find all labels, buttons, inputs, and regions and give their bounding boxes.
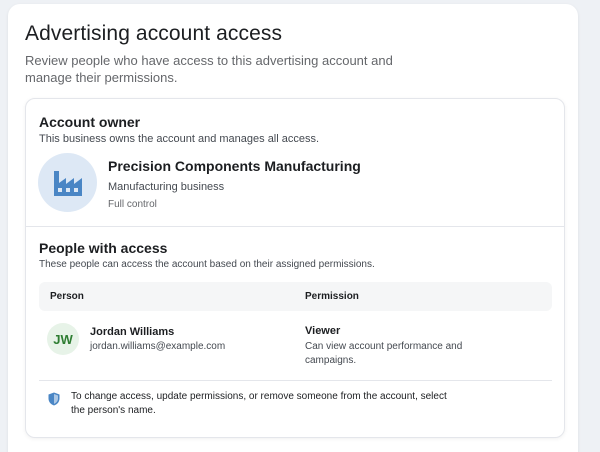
owner-type: Manufacturing business: [108, 181, 225, 193]
page-description: Review people who have access to this ad…: [25, 53, 393, 85]
column-header-person: Person: [50, 291, 84, 302]
owner-name: Precision Components Manufacturing: [108, 158, 361, 174]
people-section-description: These people can access the account base…: [39, 259, 375, 270]
owner-role: Full control: [108, 199, 157, 210]
column-header-permission: Permission: [305, 291, 359, 302]
owner-section-title: Account owner: [39, 114, 141, 130]
permission-description: Can view account performance and campaig…: [305, 341, 463, 366]
notice-text: To change access, update permissions, or…: [71, 391, 447, 416]
shield-icon: [48, 392, 60, 406]
people-section-title: People with access: [39, 240, 168, 256]
person-name[interactable]: Jordan Williams: [90, 326, 174, 338]
access-card: Account owner This business owns the acc…: [25, 98, 565, 438]
person-email: jordan.williams@example.com: [90, 341, 226, 352]
table-row[interactable]: JW Jordan Williams jordan.williams@examp…: [39, 313, 552, 377]
owner-section-description: This business owns the account and manag…: [39, 133, 320, 145]
section-divider: [26, 226, 564, 227]
page-title: Advertising account access: [25, 22, 283, 45]
factory-icon: [53, 170, 82, 196]
avatar: JW: [47, 323, 79, 355]
access-panel: Advertising account access Review people…: [8, 4, 578, 452]
permission-label: Viewer: [305, 325, 341, 337]
row-divider: [39, 380, 552, 381]
owner-avatar: [38, 153, 97, 212]
table-header: Person Permission: [39, 282, 552, 311]
